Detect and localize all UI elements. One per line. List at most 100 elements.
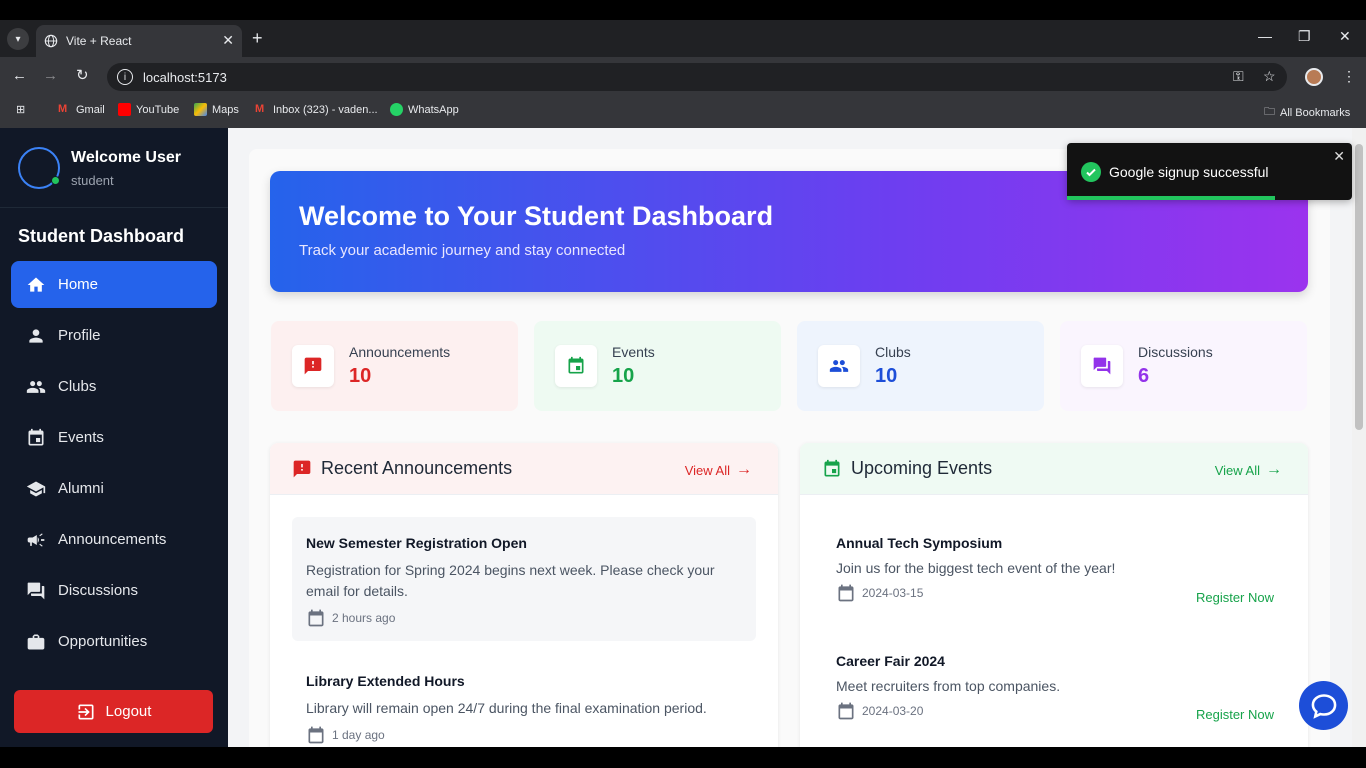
arrow-right-icon: → bbox=[1266, 461, 1282, 478]
password-key-icon[interactable]: ⚿ bbox=[1233, 68, 1244, 85]
sidebar-item-events[interactable]: Events bbox=[11, 414, 217, 461]
sidebar-item-profile[interactable]: Profile bbox=[11, 312, 217, 359]
megaphone-icon bbox=[27, 532, 45, 547]
calendar-icon bbox=[555, 345, 597, 387]
logout-icon bbox=[78, 704, 94, 719]
announcement-item[interactable]: New Semester Registration Open Registrat… bbox=[292, 517, 756, 641]
url-text: localhost:5173 bbox=[143, 69, 227, 85]
youtube-icon bbox=[118, 103, 131, 116]
apps-grid-icon[interactable]: ⊞ bbox=[16, 103, 25, 116]
user-avatar bbox=[18, 147, 60, 189]
tab-title: Vite + React bbox=[66, 34, 132, 48]
panel-header: Upcoming Events View All → bbox=[800, 443, 1308, 495]
minimize-icon[interactable]: — bbox=[1258, 28, 1272, 44]
stat-label: Clubs bbox=[875, 344, 911, 360]
profile-avatar[interactable] bbox=[1305, 68, 1323, 86]
view-all-announcements-link[interactable]: View All → bbox=[685, 461, 752, 479]
check-circle-icon bbox=[1081, 161, 1101, 182]
stat-card-announcements[interactable]: Announcements 10 bbox=[271, 321, 518, 411]
bookmark-whatsapp[interactable]: WhatsApp bbox=[390, 103, 459, 116]
user-card: Welcome User student bbox=[18, 147, 181, 189]
graduation-cap-icon bbox=[26, 481, 46, 496]
view-all-events-link[interactable]: View All → bbox=[1215, 461, 1282, 479]
sidebar-item-home[interactable]: Home bbox=[11, 261, 217, 308]
sidebar-item-discussions[interactable]: Discussions bbox=[11, 567, 217, 614]
logout-button[interactable]: Logout bbox=[14, 690, 213, 733]
panel-title: Upcoming Events bbox=[851, 458, 993, 478]
calendar-icon bbox=[838, 584, 854, 602]
forum-icon bbox=[1081, 345, 1123, 387]
arrow-right-icon: → bbox=[736, 461, 752, 478]
calendar-icon bbox=[838, 702, 854, 720]
sidebar-item-clubs[interactable]: Clubs bbox=[11, 363, 217, 410]
bookmark-star-icon[interactable]: ☆ bbox=[1263, 68, 1276, 85]
stat-value: 10 bbox=[875, 365, 898, 387]
bookmark-youtube[interactable]: YouTube bbox=[118, 103, 179, 116]
register-now-button[interactable]: Register Now bbox=[1196, 707, 1274, 722]
tab-search-button[interactable]: ▾ bbox=[7, 28, 29, 50]
close-window-icon[interactable]: ✕ bbox=[1339, 28, 1351, 45]
online-status-dot bbox=[51, 176, 60, 185]
calendar-icon bbox=[308, 726, 324, 744]
chat-button[interactable] bbox=[1299, 681, 1348, 730]
stat-value: 10 bbox=[612, 365, 635, 387]
group-icon bbox=[818, 345, 860, 387]
page-scrollbar[interactable] bbox=[1352, 128, 1366, 747]
announcement-item[interactable]: Library Extended Hours Library will rema… bbox=[292, 673, 756, 745]
hero-subtitle: Track your academic journey and stay con… bbox=[299, 242, 626, 259]
bookmark-gmail[interactable]: M Gmail bbox=[58, 103, 105, 116]
upcoming-events-panel: Upcoming Events View All → Annual Tech Sy… bbox=[800, 443, 1308, 747]
group-icon bbox=[26, 380, 46, 393]
bookmark-inbox[interactable]: M Inbox (323) - vaden... bbox=[255, 103, 378, 116]
forum-icon bbox=[27, 582, 45, 599]
new-tab-button[interactable]: + bbox=[252, 28, 263, 48]
stat-label: Announcements bbox=[349, 344, 451, 360]
site-info-icon[interactable]: i bbox=[117, 69, 133, 85]
calendar-icon bbox=[28, 428, 44, 445]
stat-label: Discussions bbox=[1138, 344, 1213, 360]
back-icon[interactable]: ← bbox=[12, 66, 27, 86]
address-bar[interactable]: i localhost:5173 bbox=[107, 63, 1287, 91]
main-content: Welcome to Your Student Dashboard Track … bbox=[228, 128, 1352, 747]
stat-value: 10 bbox=[349, 365, 372, 387]
sidebar-divider bbox=[0, 207, 228, 208]
reload-icon[interactable]: ↻ bbox=[76, 66, 89, 86]
person-icon bbox=[29, 328, 43, 343]
sidebar-item-opportunities[interactable]: Opportunities bbox=[11, 618, 217, 665]
toast-progress-bar bbox=[1067, 196, 1275, 200]
sidebar-title: Student Dashboard bbox=[18, 226, 185, 246]
sidebar-item-alumni[interactable]: Alumni bbox=[11, 465, 217, 512]
bookmark-maps[interactable]: Maps bbox=[194, 103, 239, 116]
close-tab-icon[interactable]: ✕ bbox=[222, 32, 234, 49]
register-now-button[interactable]: Register Now bbox=[1196, 590, 1274, 605]
browser-tab[interactable]: Vite + React ✕ bbox=[36, 25, 242, 57]
restore-icon[interactable]: ❐ bbox=[1298, 28, 1311, 45]
user-role: student bbox=[71, 172, 114, 188]
all-bookmarks[interactable]: 🗀 All Bookmarks bbox=[1264, 103, 1350, 122]
stat-card-events[interactable]: Events 10 bbox=[534, 321, 781, 411]
alert-icon bbox=[292, 345, 334, 387]
hero-title: Welcome to Your Student Dashboard bbox=[299, 201, 774, 231]
sidebar-item-announcements[interactable]: Announcements bbox=[11, 516, 217, 563]
stat-card-discussions[interactable]: Discussions 6 bbox=[1060, 321, 1307, 411]
stat-label: Events bbox=[612, 344, 655, 360]
calendar-icon bbox=[308, 609, 324, 627]
toast-message: Google signup successful bbox=[1109, 163, 1269, 180]
briefcase-icon bbox=[27, 634, 45, 649]
chat-bubble-icon bbox=[1311, 693, 1336, 719]
recent-announcements-panel: Recent Announcements View All → New Semes… bbox=[270, 443, 778, 747]
calendar-icon bbox=[824, 459, 840, 476]
panel-title: Recent Announcements bbox=[321, 458, 513, 478]
user-name: Welcome User bbox=[71, 148, 181, 166]
globe-icon bbox=[44, 34, 58, 48]
toast-notification: Google signup successful ✕ bbox=[1067, 143, 1352, 200]
maps-icon bbox=[194, 103, 207, 116]
panel-header: Recent Announcements View All → bbox=[270, 443, 778, 495]
close-icon[interactable]: ✕ bbox=[1333, 148, 1345, 165]
stat-card-clubs[interactable]: Clubs 10 bbox=[797, 321, 1044, 411]
home-icon bbox=[27, 277, 45, 292]
menu-kebab-icon[interactable]: ⋮ bbox=[1342, 68, 1356, 85]
stat-value: 6 bbox=[1138, 365, 1150, 387]
scrollbar-thumb[interactable] bbox=[1355, 144, 1363, 430]
forward-icon[interactable]: → bbox=[43, 66, 58, 86]
